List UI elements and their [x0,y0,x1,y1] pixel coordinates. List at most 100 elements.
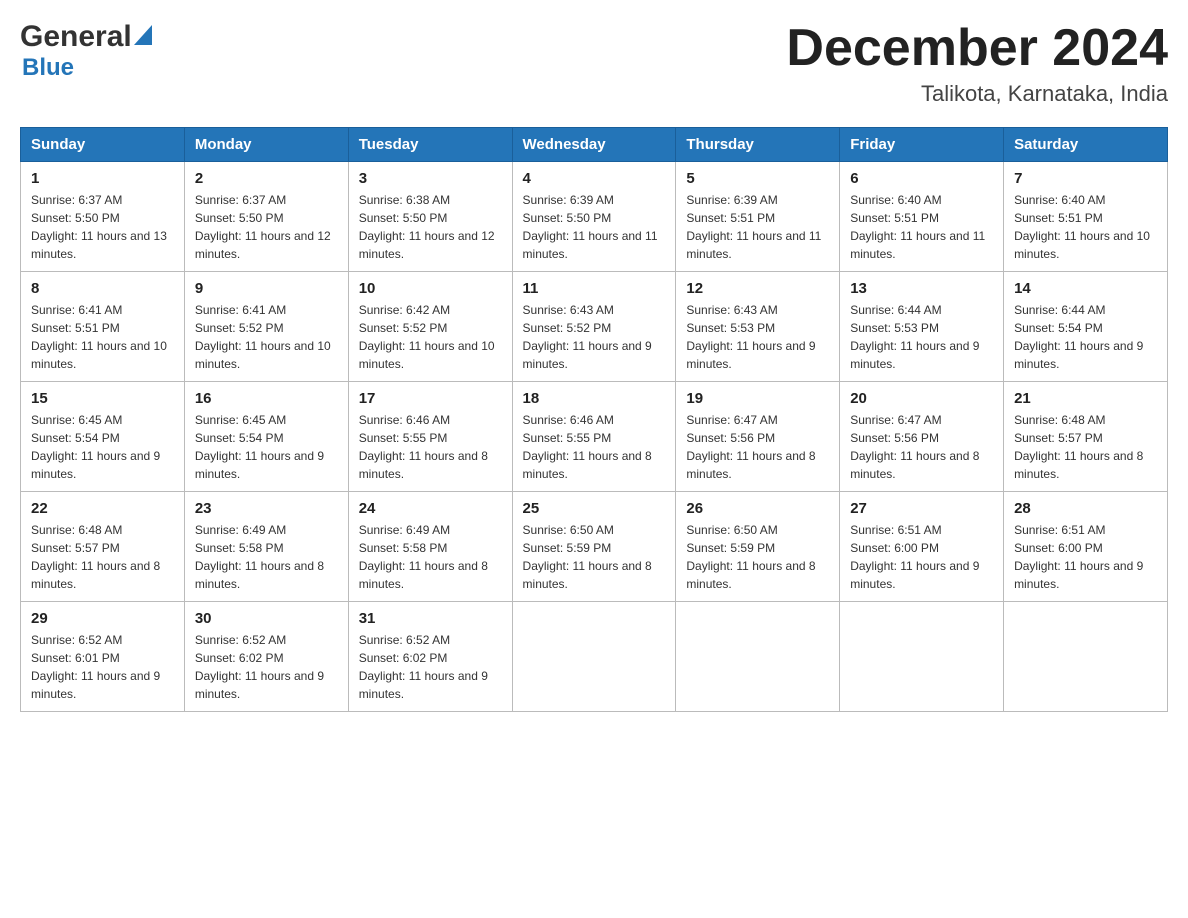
sunset-label: Sunset: 5:53 PM [850,321,939,335]
day-info: Sunrise: 6:47 AM Sunset: 5:56 PM Dayligh… [686,411,829,483]
page-header: General Blue December 2024 Talikota, Kar… [20,20,1168,107]
day-number: 28 [1014,500,1157,517]
calendar-cell: 5 Sunrise: 6:39 AM Sunset: 5:51 PM Dayli… [676,162,840,272]
sunrise-label: Sunrise: 6:46 AM [523,413,614,427]
calendar-cell: 4 Sunrise: 6:39 AM Sunset: 5:50 PM Dayli… [512,162,676,272]
day-info: Sunrise: 6:38 AM Sunset: 5:50 PM Dayligh… [359,191,502,263]
sunset-label: Sunset: 5:52 PM [523,321,612,335]
calendar-week-row: 22 Sunrise: 6:48 AM Sunset: 5:57 PM Dayl… [21,492,1168,602]
sunrise-label: Sunrise: 6:46 AM [359,413,450,427]
sunset-label: Sunset: 5:51 PM [31,321,120,335]
day-info: Sunrise: 6:52 AM Sunset: 6:01 PM Dayligh… [31,631,174,703]
sunrise-label: Sunrise: 6:52 AM [31,633,122,647]
sunrise-label: Sunrise: 6:49 AM [195,523,286,537]
calendar-cell: 11 Sunrise: 6:43 AM Sunset: 5:52 PM Dayl… [512,272,676,382]
calendar-day-header: Monday [184,128,348,162]
daylight-label: Daylight: 11 hours and 8 minutes. [523,449,652,481]
calendar-cell: 12 Sunrise: 6:43 AM Sunset: 5:53 PM Dayl… [676,272,840,382]
daylight-label: Daylight: 11 hours and 9 minutes. [31,669,160,701]
sunset-label: Sunset: 6:00 PM [850,541,939,555]
calendar-cell: 9 Sunrise: 6:41 AM Sunset: 5:52 PM Dayli… [184,272,348,382]
daylight-label: Daylight: 11 hours and 11 minutes. [523,229,658,261]
daylight-label: Daylight: 11 hours and 12 minutes. [195,229,331,261]
calendar-cell: 6 Sunrise: 6:40 AM Sunset: 5:51 PM Dayli… [840,162,1004,272]
calendar-cell: 20 Sunrise: 6:47 AM Sunset: 5:56 PM Dayl… [840,382,1004,492]
sunset-label: Sunset: 5:55 PM [523,431,612,445]
day-info: Sunrise: 6:46 AM Sunset: 5:55 PM Dayligh… [523,411,666,483]
sunrise-label: Sunrise: 6:51 AM [850,523,941,537]
daylight-label: Daylight: 11 hours and 9 minutes. [850,339,979,371]
daylight-label: Daylight: 11 hours and 9 minutes. [195,669,324,701]
day-number: 12 [686,280,829,297]
day-number: 7 [1014,170,1157,187]
calendar-cell: 2 Sunrise: 6:37 AM Sunset: 5:50 PM Dayli… [184,162,348,272]
day-info: Sunrise: 6:44 AM Sunset: 5:54 PM Dayligh… [1014,301,1157,373]
sunset-label: Sunset: 5:52 PM [195,321,284,335]
sunrise-label: Sunrise: 6:41 AM [31,303,122,317]
calendar-day-header: Saturday [1004,128,1168,162]
daylight-label: Daylight: 11 hours and 8 minutes. [686,449,815,481]
day-number: 29 [31,610,174,627]
location-subtitle: Talikota, Karnataka, India [786,81,1168,107]
sunset-label: Sunset: 5:56 PM [850,431,939,445]
calendar-cell: 8 Sunrise: 6:41 AM Sunset: 5:51 PM Dayli… [21,272,185,382]
daylight-label: Daylight: 11 hours and 8 minutes. [686,559,815,591]
sunset-label: Sunset: 5:51 PM [1014,211,1103,225]
day-info: Sunrise: 6:37 AM Sunset: 5:50 PM Dayligh… [31,191,174,263]
calendar-cell: 13 Sunrise: 6:44 AM Sunset: 5:53 PM Dayl… [840,272,1004,382]
daylight-label: Daylight: 11 hours and 8 minutes. [1014,449,1143,481]
sunrise-label: Sunrise: 6:47 AM [850,413,941,427]
day-number: 22 [31,500,174,517]
daylight-label: Daylight: 11 hours and 10 minutes. [1014,229,1150,261]
calendar-week-row: 15 Sunrise: 6:45 AM Sunset: 5:54 PM Dayl… [21,382,1168,492]
calendar-cell: 19 Sunrise: 6:47 AM Sunset: 5:56 PM Dayl… [676,382,840,492]
sunrise-label: Sunrise: 6:44 AM [850,303,941,317]
sunset-label: Sunset: 5:51 PM [686,211,775,225]
calendar-cell: 28 Sunrise: 6:51 AM Sunset: 6:00 PM Dayl… [1004,492,1168,602]
day-number: 2 [195,170,338,187]
day-info: Sunrise: 6:39 AM Sunset: 5:50 PM Dayligh… [523,191,666,263]
calendar-cell: 17 Sunrise: 6:46 AM Sunset: 5:55 PM Dayl… [348,382,512,492]
calendar-cell: 31 Sunrise: 6:52 AM Sunset: 6:02 PM Dayl… [348,602,512,712]
calendar-day-header: Sunday [21,128,185,162]
calendar-cell: 23 Sunrise: 6:49 AM Sunset: 5:58 PM Dayl… [184,492,348,602]
sunset-label: Sunset: 5:55 PM [359,431,448,445]
day-number: 31 [359,610,502,627]
daylight-label: Daylight: 11 hours and 9 minutes. [523,339,652,371]
day-number: 25 [523,500,666,517]
sunrise-label: Sunrise: 6:50 AM [523,523,614,537]
day-info: Sunrise: 6:41 AM Sunset: 5:51 PM Dayligh… [31,301,174,373]
calendar-cell: 27 Sunrise: 6:51 AM Sunset: 6:00 PM Dayl… [840,492,1004,602]
daylight-label: Daylight: 11 hours and 8 minutes. [850,449,979,481]
day-number: 19 [686,390,829,407]
day-info: Sunrise: 6:51 AM Sunset: 6:00 PM Dayligh… [850,521,993,593]
sunrise-label: Sunrise: 6:41 AM [195,303,286,317]
day-info: Sunrise: 6:52 AM Sunset: 6:02 PM Dayligh… [359,631,502,703]
calendar-week-row: 29 Sunrise: 6:52 AM Sunset: 6:01 PM Dayl… [21,602,1168,712]
sunrise-label: Sunrise: 6:45 AM [195,413,286,427]
daylight-label: Daylight: 11 hours and 9 minutes. [850,559,979,591]
sunrise-label: Sunrise: 6:39 AM [686,193,777,207]
sunrise-label: Sunrise: 6:40 AM [1014,193,1105,207]
day-info: Sunrise: 6:40 AM Sunset: 5:51 PM Dayligh… [850,191,993,263]
sunrise-label: Sunrise: 6:40 AM [850,193,941,207]
sunset-label: Sunset: 5:56 PM [686,431,775,445]
calendar-cell: 14 Sunrise: 6:44 AM Sunset: 5:54 PM Dayl… [1004,272,1168,382]
logo: General Blue [20,20,152,82]
sunrise-label: Sunrise: 6:52 AM [359,633,450,647]
day-number: 5 [686,170,829,187]
calendar-cell: 25 Sunrise: 6:50 AM Sunset: 5:59 PM Dayl… [512,492,676,602]
sunset-label: Sunset: 5:50 PM [31,211,120,225]
day-info: Sunrise: 6:50 AM Sunset: 5:59 PM Dayligh… [686,521,829,593]
calendar-cell: 3 Sunrise: 6:38 AM Sunset: 5:50 PM Dayli… [348,162,512,272]
daylight-label: Daylight: 11 hours and 8 minutes. [523,559,652,591]
sunrise-label: Sunrise: 6:43 AM [523,303,614,317]
calendar-week-row: 1 Sunrise: 6:37 AM Sunset: 5:50 PM Dayli… [21,162,1168,272]
calendar-cell: 18 Sunrise: 6:46 AM Sunset: 5:55 PM Dayl… [512,382,676,492]
daylight-label: Daylight: 11 hours and 11 minutes. [850,229,985,261]
calendar-cell [512,602,676,712]
sunrise-label: Sunrise: 6:44 AM [1014,303,1105,317]
calendar-cell: 1 Sunrise: 6:37 AM Sunset: 5:50 PM Dayli… [21,162,185,272]
calendar-cell: 16 Sunrise: 6:45 AM Sunset: 5:54 PM Dayl… [184,382,348,492]
logo-general-text: General [20,20,132,54]
